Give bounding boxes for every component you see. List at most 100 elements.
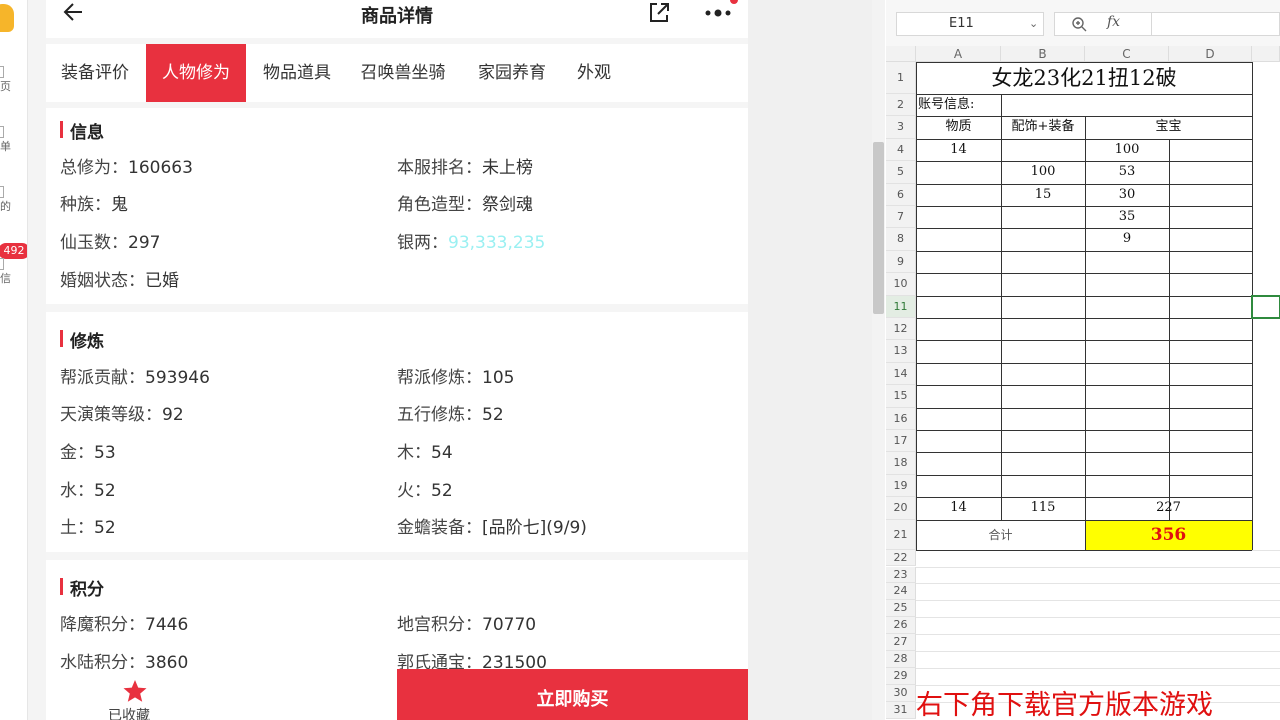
vertical-scrollbar[interactable] xyxy=(872,0,885,720)
row-header-3[interactable]: 3 xyxy=(886,116,916,139)
cell-c6[interactable]: 30 xyxy=(1085,184,1169,206)
buy-now-button[interactable]: 立即购买 xyxy=(397,669,748,720)
more-icon[interactable] xyxy=(702,2,734,24)
gridline xyxy=(916,651,1280,652)
row-header-20[interactable]: 20 xyxy=(886,497,916,520)
tab-appearance[interactable]: 外观 xyxy=(564,44,624,102)
column-header-b[interactable]: B xyxy=(1001,46,1085,62)
bell-icon[interactable] xyxy=(0,4,14,32)
sum-value-cell[interactable]: 356 xyxy=(1085,520,1252,550)
row-header-28[interactable]: 28 xyxy=(886,651,916,668)
row-header-30[interactable]: 30 xyxy=(886,684,916,702)
name-box[interactable]: E11 ⌄ xyxy=(896,12,1044,36)
screen: 页 单 的 4 9 2 信 商品详情 装备评价 人物修为 物品道具 召唤兽坐骑 家园… xyxy=(0,0,1280,720)
cell-c8[interactable]: 9 xyxy=(1085,228,1169,250)
sheet-title-cell[interactable]: 女龙23化21扭12破 xyxy=(916,62,1252,94)
row-header-29[interactable]: 29 xyxy=(886,667,916,685)
row-header-8[interactable]: 8 xyxy=(886,228,916,251)
favorite-label[interactable]: 已收藏 xyxy=(108,705,150,720)
fx-icon[interactable]: fx xyxy=(1107,14,1120,30)
tab-character[interactable]: 人物修为 xyxy=(146,44,246,102)
side-nav-item-2[interactable]: 单 xyxy=(0,126,26,154)
total-pets[interactable]: 227 xyxy=(1085,497,1252,519)
tab-items[interactable]: 物品道具 xyxy=(248,44,346,102)
tab-homestead[interactable]: 家园养育 xyxy=(464,44,560,102)
total-material[interactable]: 14 xyxy=(916,497,1001,519)
zoom-icon[interactable] xyxy=(1071,16,1087,32)
row-header-21[interactable]: 21 xyxy=(886,519,916,550)
cell-b5[interactable]: 100 xyxy=(1001,161,1085,183)
side-nav-item-3[interactable]: 的 xyxy=(0,186,26,214)
row-header-6[interactable]: 6 xyxy=(886,183,916,206)
row-header-31[interactable]: 31 xyxy=(886,701,916,719)
row-header-5[interactable]: 5 xyxy=(886,161,916,184)
cell-grid[interactable]: A B C D 1 2 3 4 5 6 7 8 9 10 11 12 13 14 15 16 17 18 19 20 21 22 2… xyxy=(886,46,1280,720)
row-header-17[interactable]: 17 xyxy=(886,430,916,453)
total-accessories[interactable]: 115 xyxy=(1001,497,1085,519)
chevron-down-icon[interactable]: ⌄ xyxy=(1029,13,1038,35)
gutter xyxy=(28,0,46,720)
row-header-10[interactable]: 10 xyxy=(886,273,916,296)
field-marital-status: 婚姻状态：已婚 xyxy=(60,271,179,291)
row-header-14[interactable]: 14 xyxy=(886,362,916,386)
table-border xyxy=(1169,138,1170,520)
row-header-23[interactable]: 23 xyxy=(886,566,916,584)
cell-b6[interactable]: 15 xyxy=(1001,184,1085,206)
row-header-24[interactable]: 24 xyxy=(886,583,916,601)
cell-c4[interactable]: 100 xyxy=(1085,139,1169,161)
cell-c7[interactable]: 35 xyxy=(1085,206,1169,228)
tab-equipment-review[interactable]: 装备评价 xyxy=(46,44,144,102)
field-wood: 木：54 xyxy=(397,443,453,463)
row-header-7[interactable]: 7 xyxy=(886,206,916,229)
page-title: 商品详情 xyxy=(361,6,433,27)
field-five-elements: 五行修炼：52 xyxy=(397,405,504,425)
select-all-corner[interactable] xyxy=(886,46,916,62)
info-card: 信息 总修为：160663 本服排名：未上榜 种族：鬼 角色造型：祭剑魂 仙玉数… xyxy=(46,108,748,304)
cell-c5[interactable]: 53 xyxy=(1085,161,1169,183)
row-header-18[interactable]: 18 xyxy=(886,452,916,475)
row-header-13[interactable]: 13 xyxy=(886,340,916,363)
selected-cell-e11[interactable] xyxy=(1251,294,1280,319)
column-header-a[interactable]: A xyxy=(916,46,1001,62)
gridline xyxy=(916,634,1280,636)
row-header-25[interactable]: 25 xyxy=(886,600,916,618)
scrollbar-thumb[interactable] xyxy=(873,142,884,314)
row-header-4[interactable]: 4 xyxy=(886,138,916,162)
row-header-16[interactable]: 16 xyxy=(886,407,916,430)
gridline xyxy=(916,600,1280,602)
row-header-2[interactable]: 2 xyxy=(886,94,916,117)
row-header-1[interactable]: 1 xyxy=(886,62,916,94)
column-header-c[interactable]: C xyxy=(1085,46,1169,62)
row-header-19[interactable]: 19 xyxy=(886,474,916,498)
side-nav-item-4[interactable]: 信 xyxy=(0,258,26,286)
account-info-cell[interactable]: 账号信息: xyxy=(916,94,1036,116)
column-header-e[interactable] xyxy=(1252,46,1280,62)
row-header-22[interactable]: 22 xyxy=(886,549,916,567)
formula-input[interactable]: fx xyxy=(1054,12,1280,36)
tab-summons-mounts[interactable]: 召唤兽坐骑 xyxy=(348,44,458,102)
row-header-15[interactable]: 15 xyxy=(886,385,916,408)
cell-a4[interactable]: 14 xyxy=(916,139,1001,161)
column-header-d[interactable]: D xyxy=(1169,46,1252,62)
field-toad-equipment: 金蟾装备：[品阶七](9/9) xyxy=(397,518,587,538)
row-header-26[interactable]: 26 xyxy=(886,617,916,635)
star-icon[interactable] xyxy=(122,679,148,703)
header-accessories[interactable]: 配饰+装备 xyxy=(1001,116,1085,138)
row-header-11[interactable]: 11 xyxy=(886,295,916,318)
row-header-27[interactable]: 27 xyxy=(886,634,916,651)
field-water: 水：52 xyxy=(60,481,116,501)
section-title-info: 信息 xyxy=(60,118,104,143)
side-nav-item-1[interactable]: 页 xyxy=(0,66,26,94)
field-tianyance-level: 天演策等级：92 xyxy=(60,405,184,425)
field-palace-points: 地宫积分：70770 xyxy=(397,615,537,635)
section-title-points: 积分 xyxy=(60,575,104,600)
field-guild-contribution: 帮派贡献：593946 xyxy=(60,368,210,388)
share-icon[interactable] xyxy=(646,0,672,26)
row-header-9[interactable]: 9 xyxy=(886,250,916,274)
row-header-12[interactable]: 12 xyxy=(886,318,916,341)
header-pets[interactable]: 宝宝 xyxy=(1085,116,1252,138)
sum-label-cell[interactable]: 合计 xyxy=(916,520,1085,550)
field-jade-count: 仙玉数：297 xyxy=(60,233,161,253)
field-server-rank: 本服排名：未上榜 xyxy=(397,158,533,178)
header-material[interactable]: 物质 xyxy=(916,116,1001,138)
